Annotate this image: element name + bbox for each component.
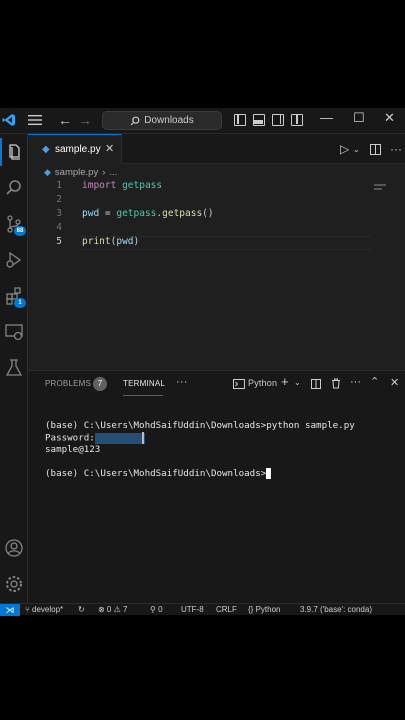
line-number: 1 [56, 180, 62, 191]
extensions-badge: 1 [14, 298, 26, 308]
new-terminal-plus-icon[interactable]: + [281, 374, 289, 389]
tab-terminal[interactable]: TERMINAL [123, 379, 165, 388]
maximize-icon[interactable]: ☐ [353, 110, 365, 126]
line-number: 5 [56, 236, 62, 247]
encoding-status[interactable]: UTF-8 [181, 605, 204, 614]
code-line: 5 print(pwd) [28, 236, 405, 250]
trash-icon[interactable] [331, 378, 341, 389]
minimize-icon[interactable]: — [320, 110, 333, 125]
forward-arrow-icon[interactable]: → [78, 112, 92, 128]
run-python-file-icon[interactable]: ▷ [340, 142, 349, 156]
split-terminal-icon[interactable] [311, 379, 321, 389]
close-window-icon[interactable]: ✕ [384, 110, 395, 126]
terminal-line: Password: [45, 432, 355, 444]
run-debug-icon[interactable] [4, 250, 24, 270]
code-text: import getpass [82, 180, 163, 191]
line-number: 3 [56, 208, 62, 219]
vscode-logo-icon [2, 114, 15, 126]
run-dropdown-icon[interactable]: ⌄ [353, 145, 360, 154]
explorer-icon[interactable] [4, 142, 24, 162]
eol-status[interactable]: CRLF [216, 605, 237, 614]
customize-layout-icon[interactable] [291, 114, 303, 126]
terminal-output[interactable]: (base) C:\Users\MohdSaifUddin\Downloads>… [45, 420, 355, 480]
vscode-window: ← → Downloads — ☐ ✕ 88 1 ◆ sample.py ✕ ▷… [0, 108, 405, 616]
source-control-badge: 88 [14, 226, 26, 236]
code-text: print(pwd) [82, 236, 140, 247]
toggle-secondary-sidebar-icon[interactable] [272, 114, 284, 126]
search-icon[interactable] [4, 178, 24, 198]
terminal-dropdown-icon[interactable]: ⌄ [294, 378, 301, 387]
back-arrow-icon[interactable]: ← [58, 112, 72, 128]
command-center-search[interactable]: Downloads [102, 111, 222, 130]
account-icon[interactable] [4, 538, 24, 558]
python-file-icon: ◆ [44, 166, 51, 177]
python-interpreter-status[interactable]: 3.9.7 ('base': conda) [300, 605, 372, 614]
more-panel-tabs-icon[interactable]: ··· [176, 376, 188, 388]
line-number: 4 [56, 222, 62, 233]
tab-problems[interactable]: PROBLEMS [45, 379, 91, 388]
sync-icon[interactable]: ↻ [78, 605, 85, 614]
tab-label: sample.py [55, 144, 101, 155]
text-selection [94, 432, 145, 444]
bottom-panel: PROBLEMS 7 TERMINAL ··· Python + ⌄ ··· ⌃… [28, 370, 405, 603]
close-tab-icon[interactable]: ✕ [105, 142, 114, 155]
problems-status[interactable]: ⊗ 0 ⚠ 7 [98, 605, 127, 614]
braces-icon: {} [248, 605, 256, 614]
editor-tab-bar: ◆ sample.py ✕ ▷ ⌄ ··· [28, 134, 405, 164]
python-file-icon: ◆ [42, 144, 50, 155]
settings-gear-icon[interactable] [4, 574, 24, 594]
testing-flask-icon[interactable] [4, 358, 24, 378]
toggle-panel-icon[interactable] [253, 114, 265, 126]
remote-indicator-icon[interactable]: ⋊ [0, 604, 20, 616]
search-label: Downloads [144, 115, 194, 126]
branch-icon: ⑂ [25, 605, 33, 614]
language-status[interactable]: {} Python [248, 605, 280, 614]
terminal-cursor [266, 468, 272, 479]
terminal-shell-name[interactable]: Python [248, 378, 277, 388]
status-bar: ⋊ ⑂ develop* ↻ ⊗ 0 ⚠ 7 ⚲ 0 UTF-8 CRLF {}… [0, 603, 405, 616]
split-editor-icon[interactable] [370, 144, 381, 155]
terminal-line: (base) C:\Users\MohdSaifUddin\Downloads> [45, 468, 355, 480]
terminal-line: sample@123 [45, 444, 101, 455]
terminal-line: (base) C:\Users\MohdSaifUddin\Downloads>… [45, 420, 355, 431]
activity-bar: 88 1 [0, 134, 28, 603]
code-line: 4 [28, 222, 405, 236]
close-panel-icon[interactable]: ✕ [390, 376, 399, 389]
terminal-icon [233, 379, 245, 389]
line-number: 2 [56, 194, 62, 205]
chevron-right-icon: › [102, 166, 106, 178]
search-icon [130, 116, 140, 125]
breadcrumb-file[interactable]: sample.py [55, 167, 98, 178]
code-line: 1 import getpass [28, 180, 405, 194]
more-actions-icon[interactable]: ··· [390, 142, 402, 156]
code-text: pwd = getpass.getpass() [82, 208, 214, 219]
git-branch[interactable]: ⑂ develop* [25, 605, 63, 614]
code-line: 3 pwd = getpass.getpass() [28, 208, 405, 222]
breadcrumb: ◆ sample.py › ... [44, 164, 117, 180]
toggle-primary-sidebar-icon[interactable] [234, 114, 246, 126]
hamburger-menu-icon[interactable] [28, 114, 42, 126]
problems-count-badge: 7 [93, 377, 107, 391]
tab-sample-py[interactable]: ◆ sample.py ✕ [28, 134, 122, 164]
panel-tab-bar: PROBLEMS 7 TERMINAL ··· Python + ⌄ ··· ⌃… [28, 371, 405, 397]
more-actions-icon[interactable]: ··· [350, 376, 361, 388]
mouse-ibeam-cursor [141, 432, 144, 444]
active-tab-underline [123, 395, 163, 396]
breadcrumb-symbol[interactable]: ... [109, 167, 117, 178]
remote-explorer-icon[interactable] [4, 322, 24, 342]
maximize-panel-icon[interactable]: ⌃ [370, 375, 379, 388]
code-line: 2 [28, 194, 405, 208]
title-bar: ← → Downloads — ☐ ✕ [0, 108, 405, 134]
ports-status[interactable]: ⚲ 0 [150, 605, 163, 614]
active-indicator [0, 138, 2, 166]
code-editor[interactable]: 1 import getpass 2 3 pwd = getpass.getpa… [28, 180, 405, 370]
